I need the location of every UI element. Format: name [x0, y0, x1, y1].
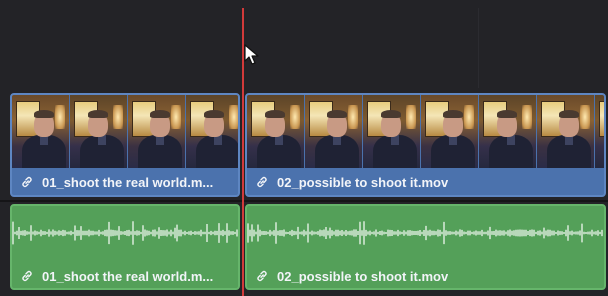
video-thumbnail: [247, 95, 304, 168]
clip-thumbnail-strip: [247, 95, 604, 168]
video-thumbnail: [70, 95, 127, 168]
video-thumbnail: [537, 95, 594, 168]
clip-name: 02_possible to shoot it.mov: [277, 268, 449, 284]
video-clip-02[interactable]: 02_possible to shoot it.mov: [245, 93, 606, 197]
link-icon: [22, 270, 32, 282]
clip-name: 02_possible to shoot it.mov: [277, 174, 449, 190]
clip-label: 01_shoot the real world.m...: [20, 172, 234, 192]
video-thumbnail: [595, 95, 604, 168]
clip-label: 01_shoot the real world.m...: [20, 266, 234, 286]
clip-name: 01_shoot the real world.m...: [42, 174, 214, 190]
audio-waveform: [247, 221, 603, 245]
timeline-grid-line: [478, 8, 479, 88]
clip-label: 02_possible to shoot it.mov: [255, 266, 600, 286]
clip-label: 02_possible to shoot it.mov: [255, 172, 600, 192]
video-thumbnail: [128, 95, 185, 168]
video-thumbnail: [305, 95, 362, 168]
clip-thumbnail-strip: [12, 95, 238, 168]
mouse-pointer-icon: [244, 44, 259, 65]
link-icon: [22, 176, 32, 188]
track-separator: [0, 200, 608, 202]
audio-clip-02[interactable]: 02_possible to shoot it.mov: [245, 204, 606, 290]
timeline[interactable]: 01_shoot the real world.m... 02_possible…: [0, 0, 608, 296]
video-thumbnail: [479, 95, 536, 168]
video-thumbnail: [12, 95, 69, 168]
video-thumbnail: [363, 95, 420, 168]
link-icon: [257, 176, 267, 188]
audio-waveform: [12, 221, 238, 245]
link-icon: [257, 270, 267, 282]
video-thumbnail: [186, 95, 238, 168]
audio-clip-01[interactable]: 01_shoot the real world.m...: [10, 204, 240, 290]
clip-name: 01_shoot the real world.m...: [42, 268, 214, 284]
video-thumbnail: [421, 95, 478, 168]
video-clip-01[interactable]: 01_shoot the real world.m...: [10, 93, 240, 197]
